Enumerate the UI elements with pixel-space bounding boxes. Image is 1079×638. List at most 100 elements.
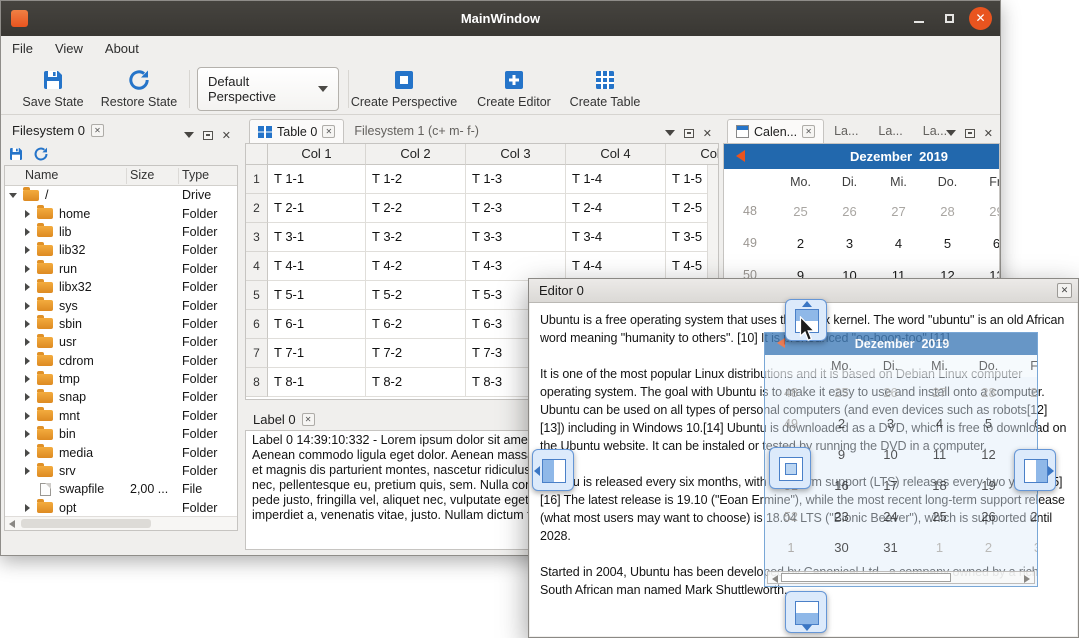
table-cell[interactable]: T 1-4 [566,165,666,194]
expander-icon[interactable] [23,227,33,237]
calendar-day-cell[interactable]: 4 [874,236,923,251]
expander-icon[interactable] [23,466,33,476]
scrollbar-thumb[interactable] [781,573,951,582]
table-cell[interactable]: T 8-1 [268,368,366,397]
expander-icon[interactable] [23,301,33,311]
tree-row[interactable]: libx32Folder [5,278,237,296]
panel-menu-icon[interactable] [665,130,675,136]
calendar-day-cell[interactable]: 2 [817,416,866,431]
expander-icon[interactable] [23,356,33,366]
float-panel-icon[interactable] [684,129,694,138]
calendar-day-cell[interactable]: 31 [866,540,915,555]
expander-icon[interactable] [23,392,33,402]
calendar-day-cell[interactable]: 6 [1013,416,1037,431]
calendar-day-cell[interactable]: 3 [1013,540,1037,555]
calendar-day-cell[interactable]: 10 [866,447,915,462]
expander-icon[interactable] [23,319,33,329]
expander-icon[interactable] [23,264,33,274]
calendar-day-cell[interactable]: 5 [964,416,1013,431]
float-panel-icon[interactable] [203,131,213,140]
perspective-select[interactable]: Default Perspective [197,67,339,111]
calendar-day-cell[interactable]: 2 [776,236,825,251]
calendar-day-cell[interactable]: 3 [825,236,874,251]
expander-icon[interactable] [23,448,33,458]
row-header[interactable]: 2 [246,194,268,223]
panel-titlebar[interactable]: Filesystem 0 [12,123,104,138]
column-header-type[interactable]: Type [182,168,209,182]
tree-row[interactable]: homeFolder [5,204,237,222]
panel-titlebar[interactable]: Label 0 [253,412,315,427]
close-tab-icon[interactable] [91,124,104,137]
table-cell[interactable]: T 3-3 [466,223,566,252]
tree-row[interactable]: optFolder [5,499,237,517]
table-cell[interactable]: T 5-1 [268,281,366,310]
row-header[interactable]: 4 [246,252,268,281]
horizontal-scrollbar[interactable] [5,516,237,530]
calendar-day-cell[interactable]: 6 [972,236,999,251]
column-header[interactable]: Col 4 [566,144,666,165]
expander-icon[interactable] [23,282,33,292]
column-separator[interactable] [178,168,179,184]
calendar-day-cell[interactable]: 29 [972,204,999,219]
table-cell[interactable]: T 1-2 [366,165,466,194]
tree-row[interactable]: mediaFolder [5,443,237,461]
calendar-day-cell[interactable]: 3 [866,416,915,431]
expander-icon[interactable] [9,190,19,200]
dock-indicator-right[interactable] [1014,449,1056,491]
calendar-day-cell[interactable]: 12 [964,447,1013,462]
table-cell[interactable]: T 6-2 [366,310,466,339]
tab-label-2[interactable]: La... [868,119,912,143]
menu-file[interactable]: File [1,36,44,62]
calendar-day-cell[interactable]: 1 [915,540,964,555]
minimize-button[interactable] [907,7,930,30]
table-cell[interactable]: T 1-3 [466,165,566,194]
close-tab-icon[interactable] [802,125,815,138]
tree-row[interactable]: swapfile2,00 ...File [5,480,237,498]
restore-icon[interactable] [33,146,49,162]
row-header[interactable]: 3 [246,223,268,252]
dock-indicator-left[interactable] [532,449,574,491]
dock-indicator-bottom[interactable] [785,591,827,633]
column-header[interactable]: Col 1 [268,144,366,165]
column-header-size[interactable]: Size [130,168,154,182]
close-button[interactable] [969,7,992,30]
row-header[interactable]: 6 [246,310,268,339]
tree-row[interactable]: binFolder [5,425,237,443]
table-cell[interactable]: T 6-1 [268,310,366,339]
calendar-day-cell[interactable]: 16 [817,478,866,493]
row-header[interactable]: 8 [246,368,268,397]
expander-icon[interactable] [23,411,33,421]
calendar-day-cell[interactable]: 26 [866,385,915,400]
restore-state-button[interactable]: Restore State [97,66,181,113]
tree-row[interactable]: sbinFolder [5,315,237,333]
menu-about[interactable]: About [94,36,150,62]
scrollbar-thumb[interactable] [21,519,151,528]
maximize-button[interactable] [938,7,961,30]
horizontal-scrollbar[interactable] [767,571,1035,584]
close-panel-icon[interactable] [703,124,712,142]
tree-row[interactable]: /Drive [5,186,237,204]
calendar-day-cell[interactable]: 24 [866,509,915,524]
calendar-day-cell[interactable]: 5 [923,236,972,251]
table-cell[interactable]: T 5-2 [366,281,466,310]
float-panel-icon[interactable] [965,129,975,138]
calendar-day-cell[interactable]: 11 [915,447,964,462]
close-panel-icon[interactable] [222,126,231,144]
panel-menu-icon[interactable] [184,132,194,138]
calendar-day-cell[interactable]: 26 [825,204,874,219]
expander-icon[interactable] [23,209,33,219]
calendar-day-cell[interactable]: 17 [866,478,915,493]
column-header[interactable]: Col 5 [666,144,719,165]
tree-row[interactable]: sysFolder [5,296,237,314]
tree-row[interactable]: runFolder [5,260,237,278]
table-cell[interactable]: T 3-4 [566,223,666,252]
table-cell[interactable]: T 4-4 [566,252,666,281]
tree-row[interactable]: usrFolder [5,333,237,351]
tab-table-0[interactable]: Table 0 [249,119,344,143]
calendar-day-cell[interactable]: 28 [964,385,1013,400]
tab-filesystem-1[interactable]: Filesystem 1 (c+ m- f-) [344,119,489,143]
table-cell[interactable]: T 3-2 [366,223,466,252]
tree-row[interactable]: snapFolder [5,388,237,406]
calendar-day-cell[interactable]: 25 [776,204,825,219]
table-cell[interactable]: T 2-3 [466,194,566,223]
